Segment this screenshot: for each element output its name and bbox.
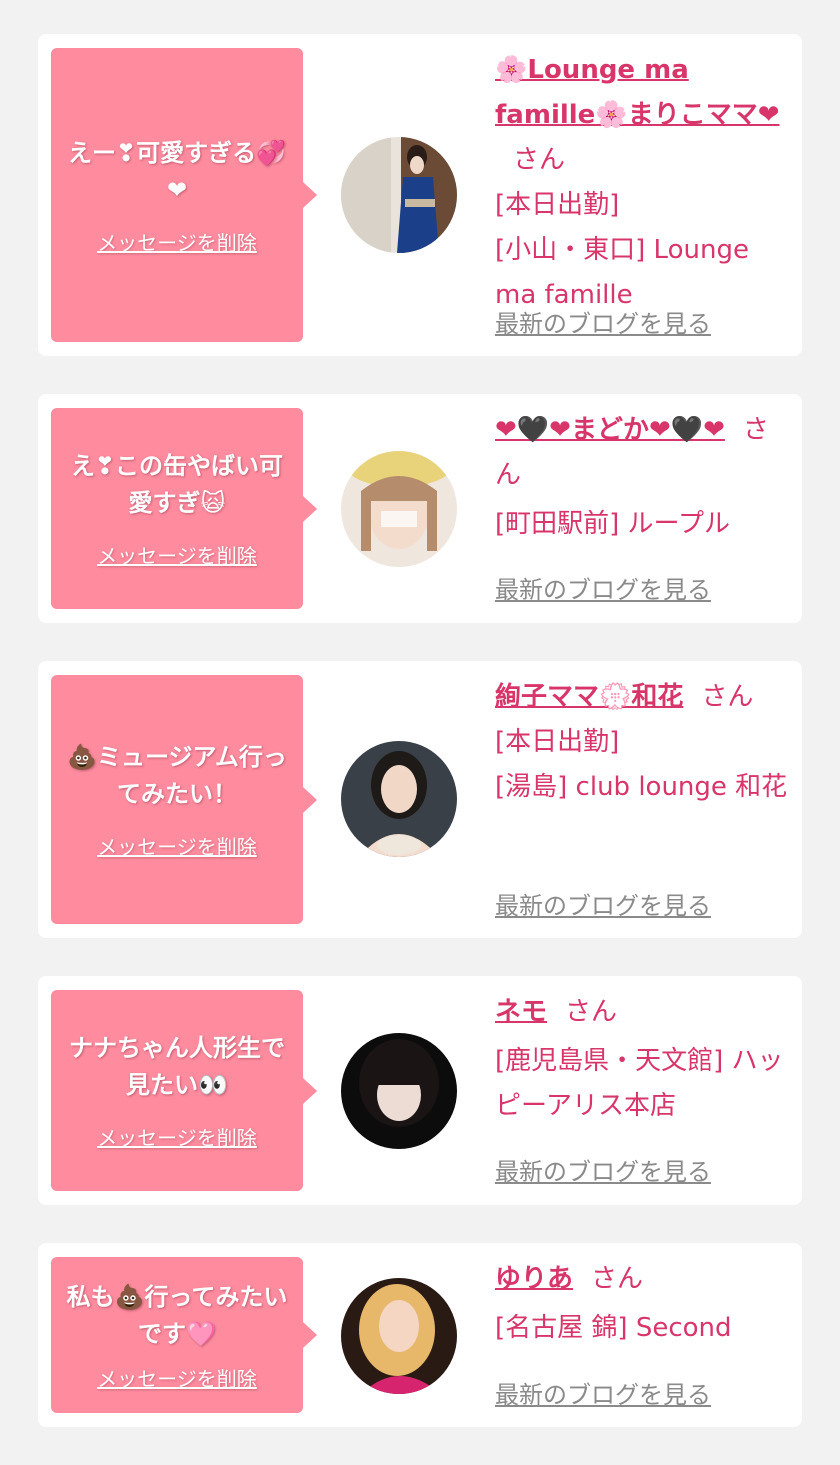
message-bubble: ナナちゃん人形生で見たい👀 メッセージを削除	[51, 990, 317, 1191]
list-item: えー❣可愛すぎる💞❤ メッセージを削除 🌸Lounge ma famille🌸ま…	[38, 34, 802, 356]
avatar[interactable]	[341, 451, 457, 567]
latest-blog-link[interactable]: 最新のブログを見る	[495, 304, 711, 339]
delete-message-link[interactable]: メッセージを削除	[97, 540, 257, 569]
cast-name-link[interactable]: ❤🖤❤まどか❤🖤❤	[495, 415, 725, 445]
avatar[interactable]	[341, 137, 457, 253]
latest-blog-link[interactable]: 最新のブログを見る	[495, 1375, 711, 1410]
shop-location: [名古屋 錦] Second	[495, 1313, 732, 1343]
message-bubble: 💩ミュージアム行ってみたい！ メッセージを削除	[51, 675, 317, 924]
honorific: さん	[591, 1264, 644, 1294]
delete-message-link[interactable]: メッセージを削除	[97, 1122, 257, 1151]
shop-location: [町田駅前] ループル	[495, 509, 730, 539]
shop-location: [鹿児島県・天文館] ハッピーアリス本店	[495, 1046, 784, 1121]
message-text: ナナちゃん人形生で見たい👀	[69, 1034, 285, 1099]
message-bubble: えー❣可愛すぎる💞❤ メッセージを削除	[51, 48, 317, 342]
message-text: 私も💩行ってみたいです🩷	[66, 1282, 288, 1348]
list-item: え❣この缶やばい可愛すぎ🙀 メッセージを削除 ❤🖤❤まどか❤🖤❤ さん [町田駅前…	[38, 394, 802, 623]
cast-info: ゆりあ さん [名古屋 錦] Second	[495, 1257, 791, 1351]
list-item: 💩ミュージアム行ってみたい！ メッセージを削除 絢子ママ💮和花 さん [本日出勤]…	[38, 661, 802, 938]
message-text: えー❣可愛すぎる💞❤	[68, 138, 286, 204]
avatar[interactable]	[341, 1278, 457, 1394]
latest-blog-link[interactable]: 最新のブログを見る	[495, 570, 711, 605]
avatar[interactable]	[341, 741, 457, 857]
list-item: ナナちゃん人形生で見たい👀 メッセージを削除 ネモ さん [鹿児島県・天文館] ハ…	[38, 976, 802, 1205]
latest-blog-link[interactable]: 最新のブログを見る	[495, 1152, 711, 1187]
avatar[interactable]	[341, 1033, 457, 1149]
attendance-status: [本日出勤]	[495, 727, 620, 757]
cast-name-link[interactable]: ゆりあ	[495, 1264, 573, 1294]
cast-info: ❤🖤❤まどか❤🖤❤ さん [町田駅前] ループル	[495, 408, 791, 547]
woman-avatar-icon	[341, 741, 457, 857]
list-item: 私も💩行ってみたいです🩷 メッセージを削除 ゆりあ さん [名古屋 錦] Seco…	[38, 1243, 802, 1427]
kimono-woman-avatar-icon	[341, 137, 457, 253]
honorific: さん	[701, 682, 754, 712]
cast-name-link[interactable]: 絢子ママ💮和花	[495, 682, 683, 712]
latest-blog-link[interactable]: 最新のブログを見る	[495, 886, 711, 921]
honorific: さん	[565, 997, 618, 1027]
attendance-status: [本日出勤]	[495, 190, 620, 220]
message-text: え❣この缶やばい可愛すぎ🙀	[70, 452, 284, 517]
honorific: さん	[513, 145, 566, 175]
cast-info: 絢子ママ💮和花 さん [本日出勤] [湯島] club lounge 和花	[495, 675, 791, 810]
message-bubble: 私も💩行ってみたいです🩷 メッセージを削除	[51, 1257, 317, 1413]
cast-name-link[interactable]: ネモ	[495, 997, 547, 1027]
shop-location: [湯島] club lounge 和花	[495, 772, 788, 802]
woman-avatar-icon	[341, 1033, 457, 1149]
favorites-list: えー❣可愛すぎる💞❤ メッセージを削除 🌸Lounge ma famille🌸ま…	[0, 0, 840, 1465]
cast-info: 🌸Lounge ma famille🌸まりこママ❤さん [本日出勤] [小山・東…	[495, 48, 791, 318]
blonde-woman-avatar-icon	[341, 1278, 457, 1394]
woman-avatar-icon	[341, 451, 457, 567]
cast-name-link[interactable]: 🌸Lounge ma famille🌸まりこママ❤	[495, 55, 779, 130]
cast-info: ネモ さん [鹿児島県・天文館] ハッピーアリス本店	[495, 990, 791, 1129]
message-bubble: え❣この缶やばい可愛すぎ🙀 メッセージを削除	[51, 408, 317, 609]
delete-message-link[interactable]: メッセージを削除	[97, 831, 257, 860]
delete-message-link[interactable]: メッセージを削除	[97, 1363, 257, 1392]
delete-message-link[interactable]: メッセージを削除	[97, 227, 257, 256]
message-text: 💩ミュージアム行ってみたい！	[67, 743, 287, 808]
